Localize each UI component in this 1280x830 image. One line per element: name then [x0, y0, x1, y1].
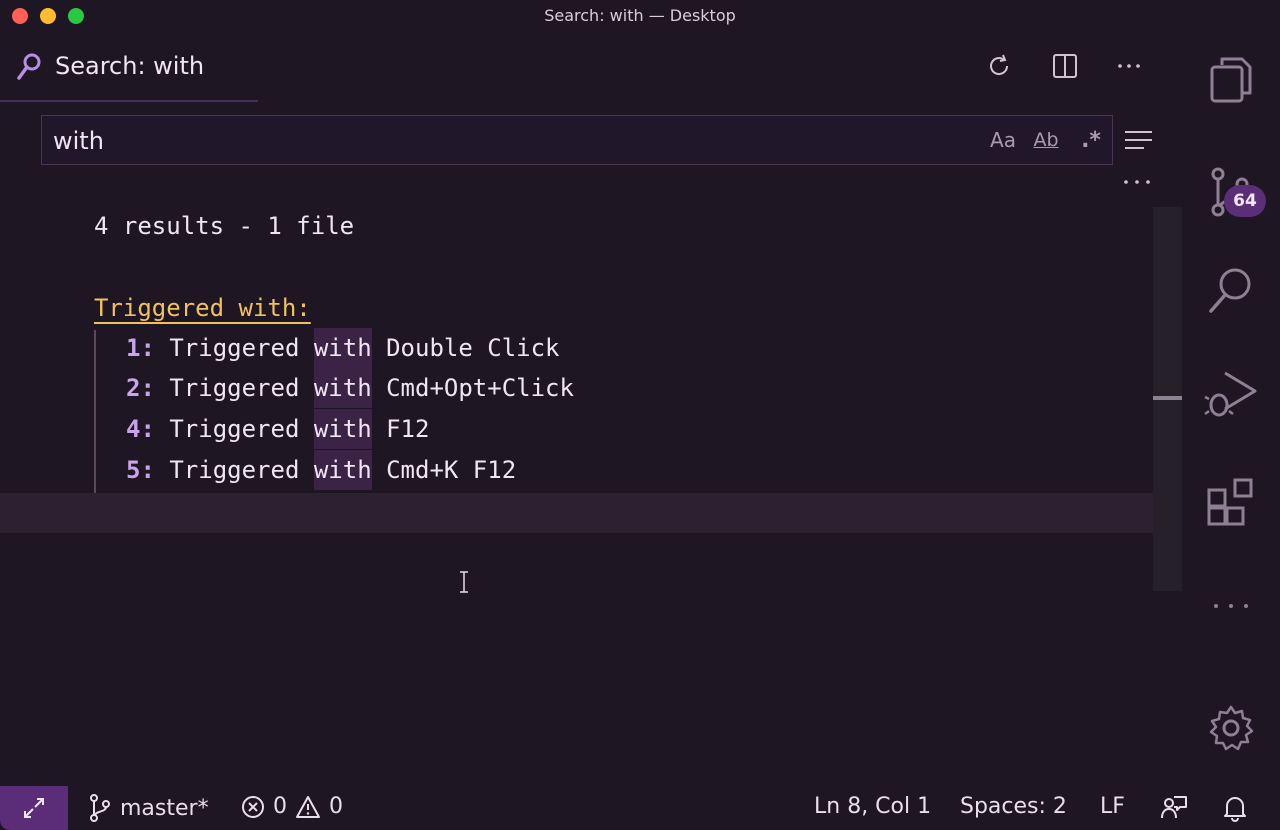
line-text: F12	[371, 415, 430, 443]
line-number: 2:	[126, 374, 155, 402]
split-editor-icon	[1053, 54, 1077, 78]
text-cursor-icon	[460, 571, 468, 593]
remote-icon	[24, 798, 44, 818]
line-number: 4:	[126, 415, 155, 443]
gear-icon	[1209, 705, 1254, 751]
more-actions-button[interactable]	[1113, 50, 1145, 82]
activity-more[interactable]	[1182, 566, 1280, 646]
match-case-label: Aa	[990, 128, 1016, 152]
feedback-icon	[1161, 796, 1187, 819]
indentation-indicator[interactable]: Spaces: 2	[960, 794, 1067, 819]
regex-toggle[interactable]: .*	[1076, 126, 1106, 154]
match-highlight: with	[313, 409, 372, 449]
branch-icon	[90, 794, 110, 822]
extensions-icon	[1207, 478, 1253, 526]
source-control-badge: 64	[1224, 185, 1266, 217]
editor-window: Search: with — Desktop Search: with with…	[0, 0, 1280, 830]
eol-indicator[interactable]: LF	[1100, 794, 1125, 819]
indentation-label: Spaces: 2	[960, 794, 1067, 819]
whole-word-label: Ab	[1033, 129, 1059, 151]
ellipsis-icon[interactable]	[1122, 172, 1152, 192]
activity-search[interactable]	[1182, 250, 1280, 330]
run-debug-icon	[1204, 371, 1257, 417]
editor-tab-bar: Search: with	[0, 32, 1180, 102]
scrollbar-thumb[interactable]	[1153, 396, 1183, 400]
line-number: 1:	[126, 334, 155, 362]
refresh-icon	[990, 54, 1009, 75]
match-case-toggle[interactable]: Aa	[988, 126, 1018, 154]
line-text: Cmd+K F12	[371, 456, 517, 484]
search-icon	[1209, 268, 1251, 313]
result-line[interactable]: 5: Triggered with Cmd+K F12	[126, 450, 517, 496]
ellipsis-icon	[1118, 64, 1140, 68]
tab-search-editor[interactable]: Search: with	[0, 32, 258, 102]
title-bar: Search: with — Desktop	[0, 0, 1280, 32]
notifications-button[interactable]	[1222, 794, 1248, 822]
result-line[interactable]: 4: Triggered with F12	[126, 409, 430, 455]
split-editor-button[interactable]	[1049, 50, 1081, 82]
line-text: Triggered	[154, 456, 314, 484]
search-input[interactable]	[51, 124, 955, 158]
feedback-button[interactable]	[1160, 794, 1188, 822]
results-list: 1: Triggered with Double Click 2: Trigge…	[94, 328, 1156, 496]
activity-run-debug[interactable]	[1182, 354, 1280, 434]
error-icon	[242, 795, 264, 818]
problems-indicator[interactable]: 0 0	[241, 794, 343, 819]
error-count: 0	[273, 794, 287, 819]
activity-bar	[1182, 32, 1280, 786]
branch-indicator[interactable]: master*	[88, 794, 209, 822]
toggle-context-lines-icon[interactable]	[1124, 128, 1154, 152]
line-text: Triggered	[154, 334, 314, 362]
current-line-highlight	[0, 493, 1182, 533]
tab-label: Search: with	[55, 52, 205, 80]
activity-manage[interactable]	[1182, 688, 1280, 768]
ellipsis-icon	[1214, 604, 1248, 608]
result-file-header[interactable]: Triggered with:	[94, 294, 311, 322]
line-text: Triggered	[154, 415, 314, 443]
cursor-position-label: Ln 8, Col 1	[814, 794, 932, 819]
match-highlight: with	[313, 450, 372, 490]
bell-icon	[1224, 797, 1246, 822]
match-highlight: with	[313, 328, 372, 368]
refresh-button[interactable]	[983, 50, 1015, 82]
files-icon	[1210, 57, 1252, 103]
status-bar: master* 0 0 Ln 8, Col 1 Spaces: 2 LF	[0, 786, 1280, 830]
remote-indicator-button[interactable]	[0, 786, 68, 830]
result-line[interactable]: 2: Triggered with Cmd+Opt+Click	[126, 368, 574, 414]
eol-label: LF	[1100, 794, 1125, 819]
cursor-position[interactable]: Ln 8, Col 1	[814, 794, 931, 819]
warning-count: 0	[329, 794, 343, 819]
warning-icon	[296, 795, 320, 818]
whole-word-toggle[interactable]: Ab	[1030, 126, 1062, 154]
line-text: Cmd+Opt+Click	[371, 374, 574, 402]
window-title: Search: with — Desktop	[544, 6, 736, 25]
line-number: 5:	[126, 456, 155, 484]
match-highlight: with	[313, 368, 372, 408]
activity-extensions[interactable]	[1182, 462, 1280, 542]
results-summary: 4 results - 1 file	[94, 212, 355, 240]
search-box: Aa Ab .*	[41, 115, 1113, 165]
line-text: Triggered	[154, 374, 314, 402]
regex-label: .*	[1081, 127, 1101, 153]
activity-explorer[interactable]	[1182, 40, 1280, 120]
search-icon	[17, 53, 41, 80]
line-text: Double Click	[371, 334, 560, 362]
branch-name: master*	[120, 795, 209, 821]
